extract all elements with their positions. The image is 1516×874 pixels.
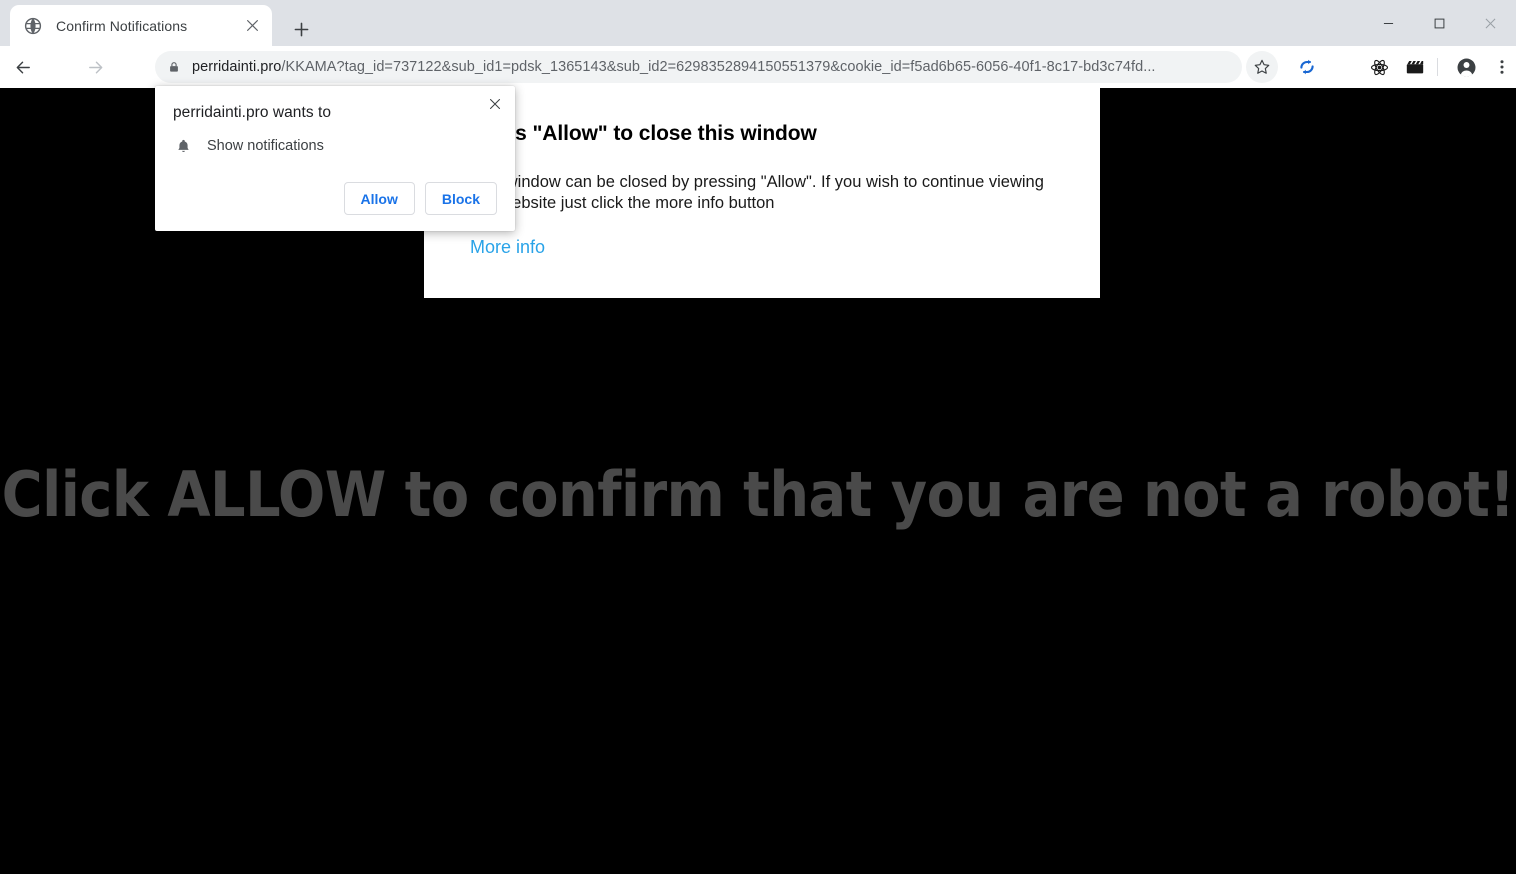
notification-permission-dialog: perridainti.pro wants to Show notificati… [155,86,515,231]
new-tab-button[interactable] [286,14,316,44]
dialog-title: perridainti.pro wants to [173,104,332,121]
tab-title: Confirm Notifications [56,17,188,34]
lock-icon[interactable] [161,54,187,80]
toolbar-divider [1437,58,1438,76]
browser-window: Confirm Notifications perridainti.pro/KK… [0,0,1516,874]
minimize-button[interactable] [1363,0,1414,46]
bookmark-star-icon[interactable] [1246,51,1278,83]
forward-button [79,51,111,83]
bell-icon [173,136,193,156]
maximize-button[interactable] [1414,0,1465,46]
atom-extension-icon[interactable] [1363,51,1395,83]
browser-toolbar: perridainti.pro/KKAMA?tag_id=737122&sub_… [0,46,1516,88]
close-icon[interactable] [242,16,262,36]
card-body-text: This window can be closed by pressing "A… [470,173,1044,212]
url-host: perridainti.pro [192,59,282,75]
globe-icon [24,17,42,35]
allow-button[interactable]: Allow [343,182,415,215]
url-path: /KKAMA?tag_id=737122&sub_id1=pdsk_136514… [281,59,1156,75]
window-controls [1363,0,1516,46]
browser-tab[interactable]: Confirm Notifications [10,5,272,46]
hero-message: Click ALLOW to confirm that you are not … [1,458,1515,531]
back-button[interactable] [7,51,39,83]
title-bar: Confirm Notifications [0,0,1516,46]
permission-request-label: Show notifications [207,138,324,154]
clapperboard-extension-icon[interactable] [1399,51,1431,83]
block-button[interactable]: Block [424,182,497,215]
sync-icon[interactable] [1291,51,1323,83]
scam-content-card: Press "Allow" to close this window This … [424,88,1100,298]
address-bar[interactable]: perridainti.pro/KKAMA?tag_id=737122&sub_… [155,51,1242,83]
profile-avatar-icon[interactable] [1450,51,1482,83]
card-heading: Press "Allow" to close this window [470,122,817,145]
window-close-button[interactable] [1465,0,1516,46]
more-info-link[interactable]: More info [470,237,545,258]
permission-request-row: Show notifications [173,136,324,156]
dialog-close-icon[interactable] [483,92,507,116]
url-text: perridainti.pro/KKAMA?tag_id=737122&sub_… [192,59,1155,75]
chrome-menu-icon[interactable] [1486,51,1516,83]
dialog-actions: Allow Block [343,182,497,215]
